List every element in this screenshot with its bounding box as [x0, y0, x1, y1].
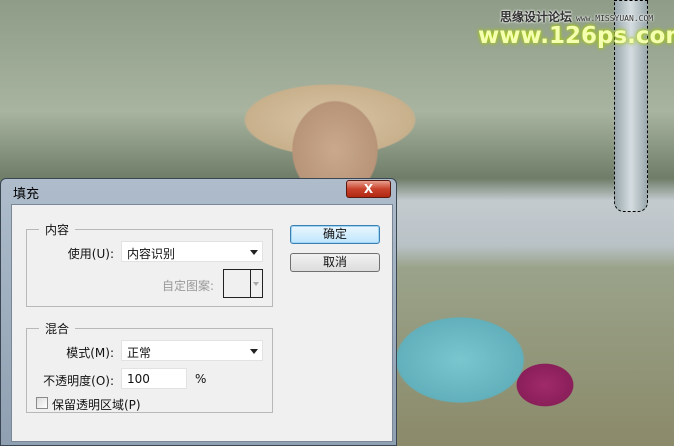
mode-select[interactable]: 正常: [121, 340, 263, 361]
pattern-picker[interactable]: [223, 269, 263, 298]
opacity-label: 不透明度(O):: [43, 374, 114, 388]
content-legend: 内容: [45, 223, 70, 237]
chevron-down-icon: [250, 250, 258, 255]
chevron-down-icon: [253, 282, 259, 286]
preserve-transparency-label[interactable]: 保留透明区域(P): [52, 396, 141, 413]
watermark-cn: 思缘设计论坛: [500, 10, 573, 24]
pattern-divider: [250, 270, 251, 297]
use-select[interactable]: 内容识别: [121, 241, 263, 262]
ok-button[interactable]: 确定: [290, 225, 380, 244]
use-value: 内容识别: [127, 247, 176, 261]
use-label: 使用(U):: [67, 247, 114, 261]
mode-label: 模式(M):: [66, 346, 114, 360]
fill-dialog: 填充 X 内容 使用(U): 内容识别 自定图案: 混合 模式(M): 正常 不…: [0, 178, 397, 446]
chevron-down-icon: [250, 349, 258, 354]
mode-value: 正常: [127, 346, 152, 360]
opacity-unit: %: [195, 372, 207, 386]
watermark-url-small: www.MISSYUAN.COM: [576, 14, 654, 23]
blend-legend: 混合: [45, 322, 70, 336]
dialog-body: 内容 使用(U): 内容识别 自定图案: 混合 模式(M): 正常 不透明度(O…: [11, 204, 393, 442]
preserve-transparency-checkbox[interactable]: [36, 397, 48, 409]
close-button[interactable]: X: [346, 180, 391, 198]
opacity-input[interactable]: 100: [121, 368, 187, 389]
cancel-button[interactable]: 取消: [290, 253, 380, 272]
dialog-title: 填充: [13, 187, 40, 202]
pattern-label: 自定图案:: [161, 279, 214, 293]
watermark-url-large: www.126ps.com: [478, 23, 674, 49]
